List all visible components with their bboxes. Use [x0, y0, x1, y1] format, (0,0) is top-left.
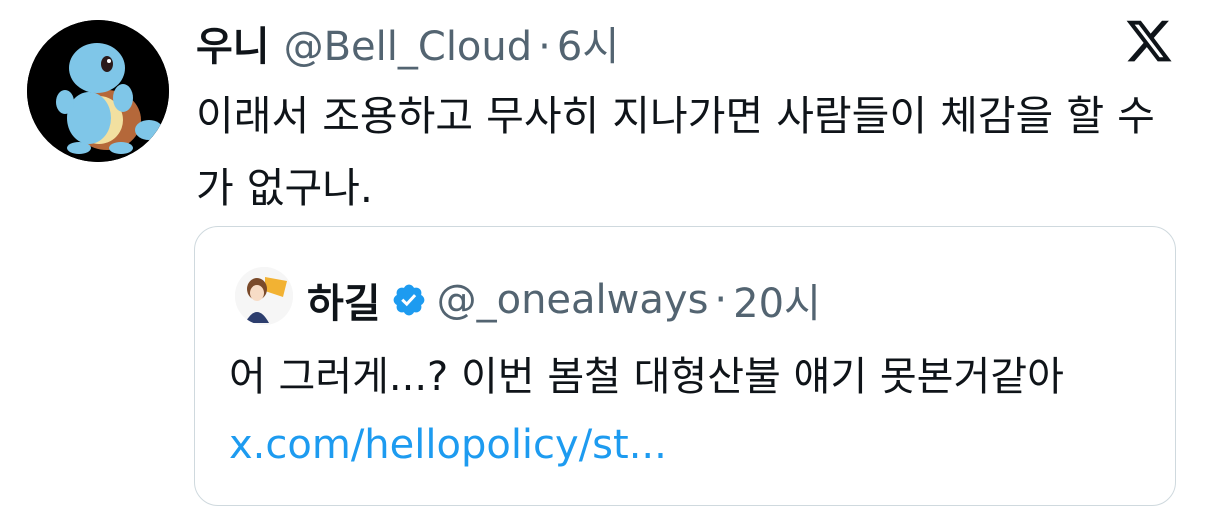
quoted-avatar-image	[235, 267, 293, 325]
quoted-link[interactable]: x.com/hellopolicy/st...	[229, 422, 667, 468]
verified-badge-icon	[393, 284, 424, 316]
tweet-timestamp[interactable]: 6시	[557, 14, 619, 72]
tweet-text: 이래서 조용하고 무사히 지나가면 사람들이 체감을 할 수가 없구나.	[196, 92, 1155, 212]
squirtle-avatar-image	[27, 20, 169, 162]
x-logo-icon	[1126, 20, 1172, 62]
quoted-avatar[interactable]	[235, 267, 293, 325]
author-handle[interactable]: @Bell_Cloud	[284, 24, 533, 70]
tweet-header: 우니 @Bell_Cloud · 6시	[196, 14, 619, 74]
quoted-tweet-card[interactable]: 하길 @_onealways · 20시 어 그러게...? 이번 봄철 대형산…	[194, 226, 1176, 506]
separator-dot: ·	[538, 24, 551, 70]
quoted-timestamp[interactable]: 20시	[733, 271, 821, 329]
quoted-author-name[interactable]: 하길	[307, 271, 381, 329]
quoted-author-handle[interactable]: @_onealways	[437, 277, 709, 323]
quoted-tweet-header: 하길 @_onealways · 20시	[307, 271, 821, 329]
quoted-tweet-text: 어 그러게...? 이번 봄철 대형산불 얘기 못본거같아 x.com/hell…	[229, 343, 1149, 479]
author-name[interactable]: 우니	[196, 14, 270, 72]
quoted-separator-dot: ·	[714, 277, 728, 323]
quoted-text-body: 어 그러게...? 이번 봄철 대형산불 얘기 못본거같아	[229, 354, 1064, 400]
avatar[interactable]	[27, 20, 169, 162]
